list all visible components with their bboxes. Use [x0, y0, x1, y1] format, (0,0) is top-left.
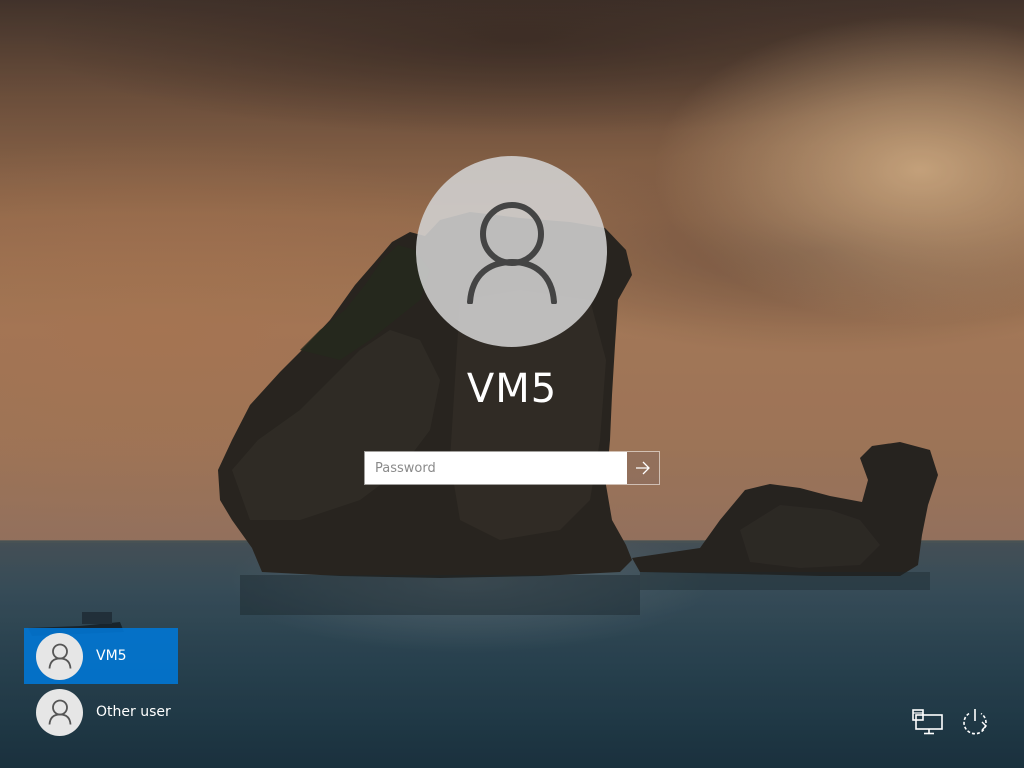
power-button[interactable] [957, 704, 993, 740]
user-avatar-large [416, 156, 607, 347]
user-avatar-small [36, 688, 83, 736]
user-avatar-small [36, 632, 83, 680]
submit-button[interactable] [627, 452, 659, 484]
user-item-label: VM5 [96, 648, 127, 664]
arrow-right-icon [636, 461, 650, 475]
network-button[interactable] [910, 704, 946, 740]
password-box [364, 451, 660, 485]
user-item-other-user[interactable]: Other user [24, 684, 178, 740]
user-silhouette-icon [48, 643, 71, 669]
selected-user-name: VM5 [466, 366, 558, 412]
user-switch-list: VM5 Other user [24, 628, 178, 740]
user-item-vm5[interactable]: VM5 [24, 628, 178, 684]
network-icon [912, 709, 943, 735]
power-icon [963, 709, 987, 735]
user-silhouette-icon [466, 201, 557, 304]
lock-screen: VM5 VM5 Other user [0, 0, 1024, 768]
user-silhouette-icon [48, 699, 71, 725]
user-item-label: Other user [96, 704, 171, 720]
password-field[interactable] [365, 452, 627, 484]
